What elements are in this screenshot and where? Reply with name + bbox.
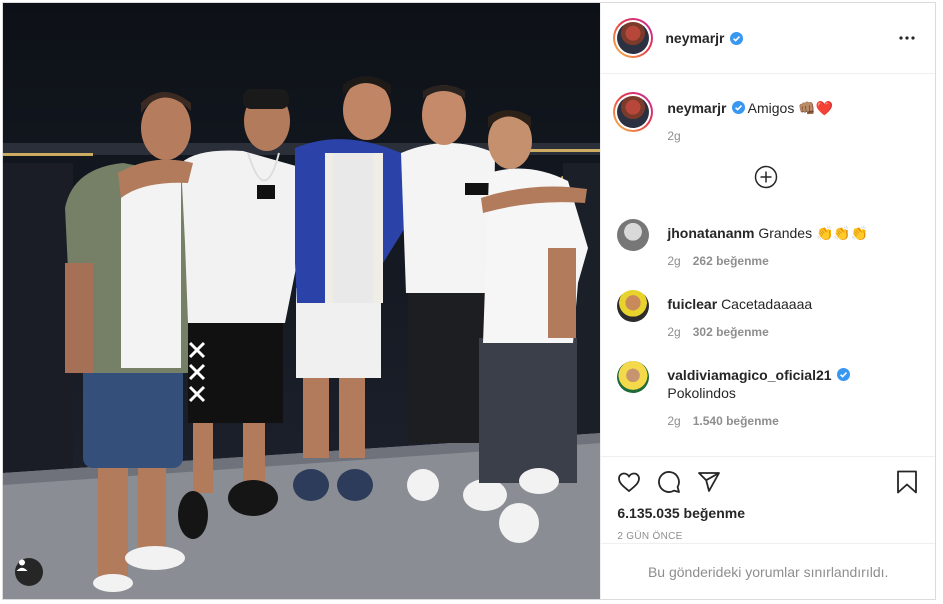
commenter-username[interactable]: jhonatananm (667, 225, 754, 241)
user-tag-button[interactable] (15, 558, 43, 586)
post-header: neymarjr (601, 3, 935, 74)
post-photo[interactable] (3, 3, 601, 599)
bookmark-icon (897, 470, 917, 494)
post-side-panel: neymarjr neymarjr Amigos 👊🏽❤️ 2g jhonata… (600, 3, 935, 599)
comment-item: fuiclear Cacetadaaaaa 2g 302 beğenme (613, 290, 919, 339)
comment-text: Pokolindos (667, 385, 736, 401)
author-avatar-image (617, 22, 650, 54)
comment-time[interactable]: 2g (667, 414, 680, 428)
comments-restricted-notice: Bu gönderideki yorumlar sınırlandırıldı. (601, 543, 935, 599)
comment-time[interactable]: 2g (667, 254, 680, 268)
author-avatar[interactable] (613, 18, 654, 58)
add-circle-icon (754, 165, 778, 189)
comment-button[interactable] (657, 470, 681, 494)
group-photo-illustration (3, 3, 601, 599)
caption-avatar-image (617, 96, 650, 128)
commenter-username[interactable]: valdiviamagico_oficial21 (667, 367, 831, 383)
caption-time[interactable]: 2g (667, 129, 833, 143)
commenter-avatar[interactable] (617, 219, 650, 251)
instagram-post: neymarjr neymarjr Amigos 👊🏽❤️ 2g jhonata… (2, 2, 936, 600)
verified-badge-icon (729, 31, 743, 45)
share-icon (698, 472, 721, 492)
comment-text: Cacetadaaaaa (721, 296, 813, 312)
post-actions: 6.135.035 beğenme 2 GÜN ÖNCE Bu gönderid… (601, 456, 935, 599)
caption-username[interactable]: neymarjr (667, 100, 726, 116)
post-time-ago[interactable]: 2 GÜN ÖNCE (617, 531, 919, 542)
comment-time[interactable]: 2g (667, 325, 680, 339)
verified-badge-icon (836, 368, 850, 381)
commenter-avatar[interactable] (617, 290, 650, 322)
author-username[interactable]: neymarjr (665, 30, 724, 46)
like-count[interactable]: 6.135.035 beğenme (617, 505, 919, 521)
commenter-username[interactable]: fuiclear (667, 296, 717, 312)
verified-badge-icon (731, 101, 745, 114)
comments-section: neymarjr Amigos 👊🏽❤️ 2g jhonatananm Gran… (601, 74, 935, 456)
share-button[interactable] (697, 470, 721, 494)
more-icon (899, 36, 915, 40)
comment-item: jhonatananm Grandes 👏👏👏 2g 262 beğenme (613, 219, 919, 268)
user-tag-icon (16, 559, 28, 571)
caption-text: Amigos 👊🏽❤️ (747, 100, 834, 116)
caption-avatar[interactable] (613, 92, 654, 132)
post-caption: neymarjr Amigos 👊🏽❤️ 2g (613, 92, 919, 143)
commenter-avatar[interactable] (617, 361, 650, 393)
comment-text: Grandes 👏👏👏 (758, 225, 869, 241)
comment-likes[interactable]: 302 beğenme (693, 325, 769, 339)
more-options-button[interactable] (895, 26, 919, 50)
like-button[interactable] (617, 470, 641, 494)
load-more-comments-button[interactable] (613, 165, 919, 189)
action-icons-row (617, 467, 919, 497)
comment-item: valdiviamagico_oficial21 Pokolindos 2g 1.5… (613, 361, 919, 428)
comment-likes[interactable]: 262 beğenme (693, 254, 769, 268)
save-button[interactable] (895, 470, 919, 494)
caption-text-row: neymarjr Amigos 👊🏽❤️ (667, 99, 833, 117)
comment-icon (658, 471, 681, 493)
heart-icon (618, 472, 641, 493)
comment-likes[interactable]: 1.540 beğenme (693, 414, 779, 428)
comment-list: jhonatananm Grandes 👏👏👏 2g 262 beğenme fu… (613, 219, 919, 428)
